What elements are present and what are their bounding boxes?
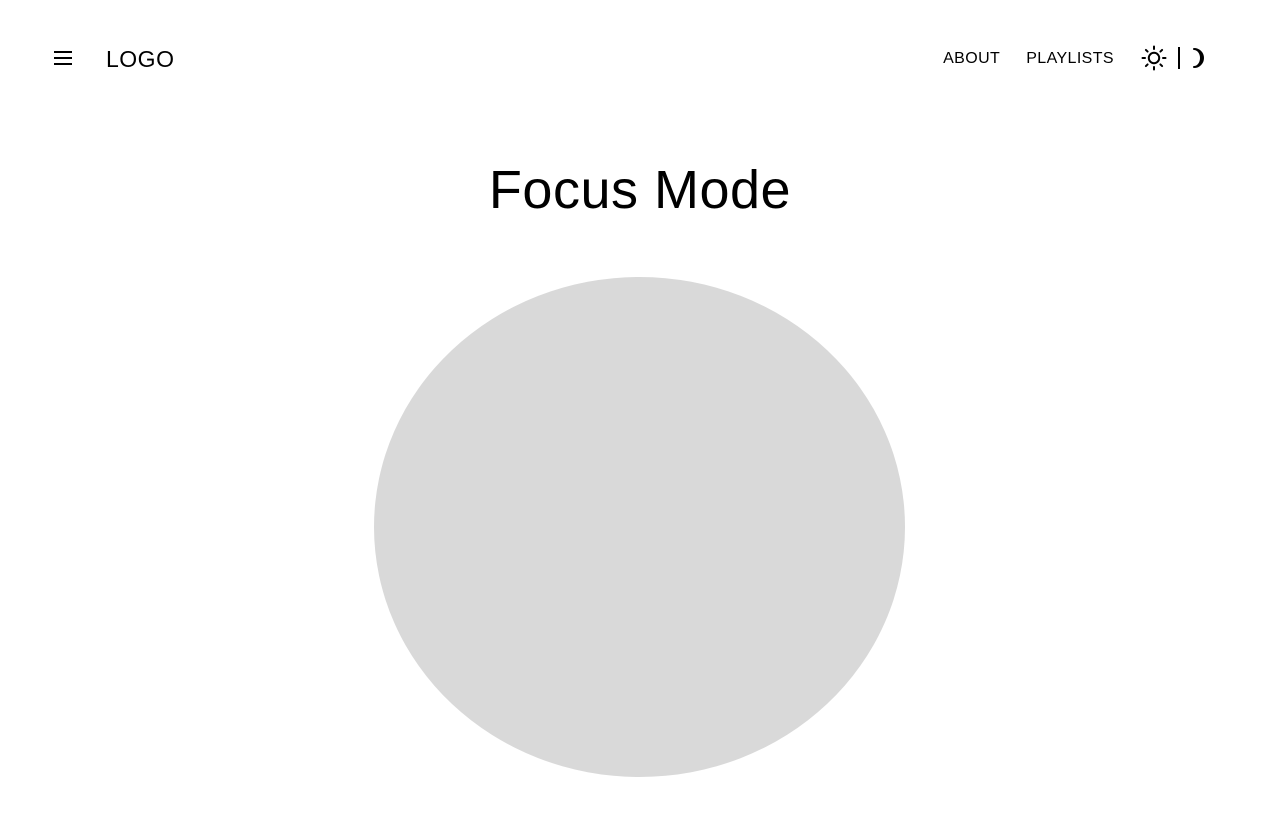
theme-toggle-divider bbox=[1178, 47, 1180, 69]
focus-visual-circle bbox=[374, 277, 905, 777]
header: LOGO ABOUT PLAYLISTS bbox=[0, 0, 1280, 118]
sun-icon bbox=[1141, 45, 1167, 71]
page-title: Focus Mode bbox=[488, 160, 792, 220]
nav-link-playlists[interactable]: PLAYLISTS bbox=[1026, 48, 1114, 70]
moon-icon bbox=[1193, 48, 1204, 68]
theme-toggle bbox=[1141, 44, 1208, 72]
nav-link-about[interactable]: ABOUT bbox=[943, 48, 1000, 70]
hamburger-menu-icon bbox=[54, 51, 72, 65]
logo[interactable]: LOGO bbox=[106, 44, 174, 74]
page: LOGO ABOUT PLAYLISTS Focus Mode bbox=[0, 0, 1280, 832]
main-nav: ABOUT PLAYLISTS bbox=[943, 48, 1114, 70]
menu-button[interactable] bbox=[50, 46, 76, 70]
light-mode-button[interactable] bbox=[1141, 45, 1167, 71]
dark-mode-button[interactable] bbox=[1190, 46, 1208, 70]
